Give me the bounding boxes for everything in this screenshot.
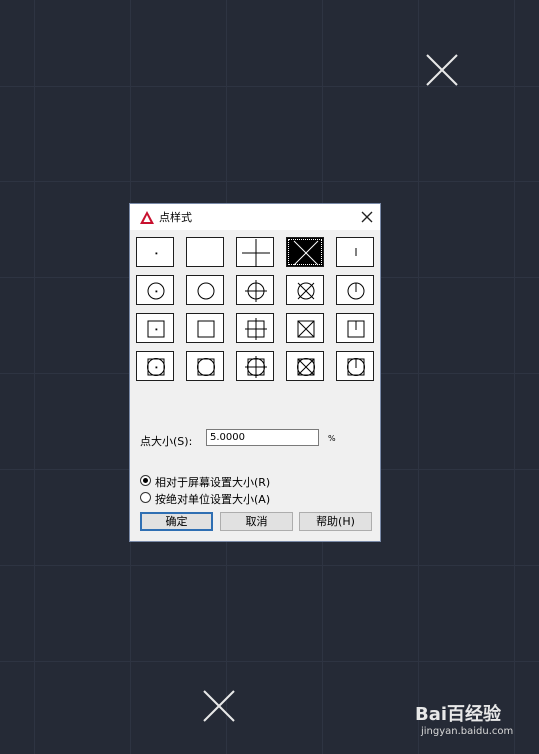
point-style-circle-dot[interactable] — [136, 275, 174, 305]
point-style-plus-icon — [242, 239, 270, 267]
point-style-square[interactable] — [186, 313, 224, 343]
ok-button[interactable]: 确定 — [140, 512, 213, 531]
point-style-tick-icon — [355, 248, 357, 256]
point-style-sqcirc-x-icon — [297, 358, 315, 376]
point-style-dialog: 点样式 点大小(S): 5.0000 % 相对于屏幕设置大小(R) 按绝对单位设… — [129, 203, 381, 542]
point-style-square-x-icon — [297, 320, 315, 338]
point-style-circle-dot-icon — [147, 282, 165, 300]
point-style-none-icon — [187, 238, 225, 268]
help-button[interactable]: 帮助(H) — [299, 512, 372, 531]
cancel-button[interactable]: 取消 — [220, 512, 293, 531]
point-style-sqcirc-tick-icon — [347, 358, 365, 376]
watermark-brand: Bai百经验 — [415, 704, 502, 725]
point-style-circle-x[interactable] — [286, 275, 324, 305]
point-style-square-plus[interactable] — [236, 313, 274, 343]
point-style-square-dot[interactable] — [136, 313, 174, 343]
point-style-sqcirc-plus[interactable] — [236, 351, 274, 381]
point-style-sqcirc-plus-icon — [245, 356, 267, 378]
watermark-url: jingyan.baidu.com — [421, 726, 514, 737]
point-marker-x-icon — [426, 54, 458, 86]
point-style-dot-icon — [155, 252, 158, 255]
point-style-x[interactable] — [286, 237, 324, 267]
point-style-sqcirc[interactable] — [186, 351, 224, 381]
point-style-sqcirc-x[interactable] — [286, 351, 324, 381]
point-style-square-dot-icon — [147, 320, 165, 338]
point-style-circle-plus-icon — [245, 280, 267, 302]
point-style-circle-plus[interactable] — [236, 275, 274, 305]
percent-unit: % — [328, 434, 336, 443]
point-style-sqcirc-dot-icon — [147, 358, 165, 376]
radio-button[interactable] — [140, 492, 151, 503]
point-style-square-icon — [197, 320, 215, 338]
point-size-input[interactable]: 5.0000 — [206, 429, 319, 446]
point-style-tick[interactable] — [336, 237, 374, 267]
point-style-square-tick-icon — [347, 320, 365, 338]
point-style-dot[interactable] — [136, 237, 174, 267]
point-style-circle-tick-icon — [347, 282, 365, 300]
autocad-logo-icon — [140, 211, 154, 224]
point-style-circle-icon — [197, 282, 215, 300]
point-style-circle-x-icon — [297, 282, 315, 300]
point-marker-x-icon — [203, 690, 235, 722]
point-style-x-icon — [293, 240, 319, 266]
point-style-square-plus-icon — [245, 318, 267, 340]
point-style-circle[interactable] — [186, 275, 224, 305]
point-size-label: 点大小(S): — [140, 435, 193, 448]
point-style-none[interactable] — [186, 237, 224, 267]
point-style-circle-tick[interactable] — [336, 275, 374, 305]
point-style-square-x[interactable] — [286, 313, 324, 343]
radio-label: 相对于屏幕设置大小(R) — [155, 476, 271, 489]
close-icon[interactable] — [360, 210, 374, 224]
point-style-square-tick[interactable] — [336, 313, 374, 343]
radio-button[interactable] — [140, 475, 151, 486]
point-style-sqcirc-dot[interactable] — [136, 351, 174, 381]
point-style-sqcirc-tick[interactable] — [336, 351, 374, 381]
title-bar[interactable]: 点样式 — [130, 204, 380, 230]
radio-label: 按绝对单位设置大小(A) — [155, 493, 271, 506]
dialog-title: 点样式 — [159, 211, 192, 224]
point-style-sqcirc-icon — [197, 358, 215, 376]
point-style-plus[interactable] — [236, 237, 274, 267]
